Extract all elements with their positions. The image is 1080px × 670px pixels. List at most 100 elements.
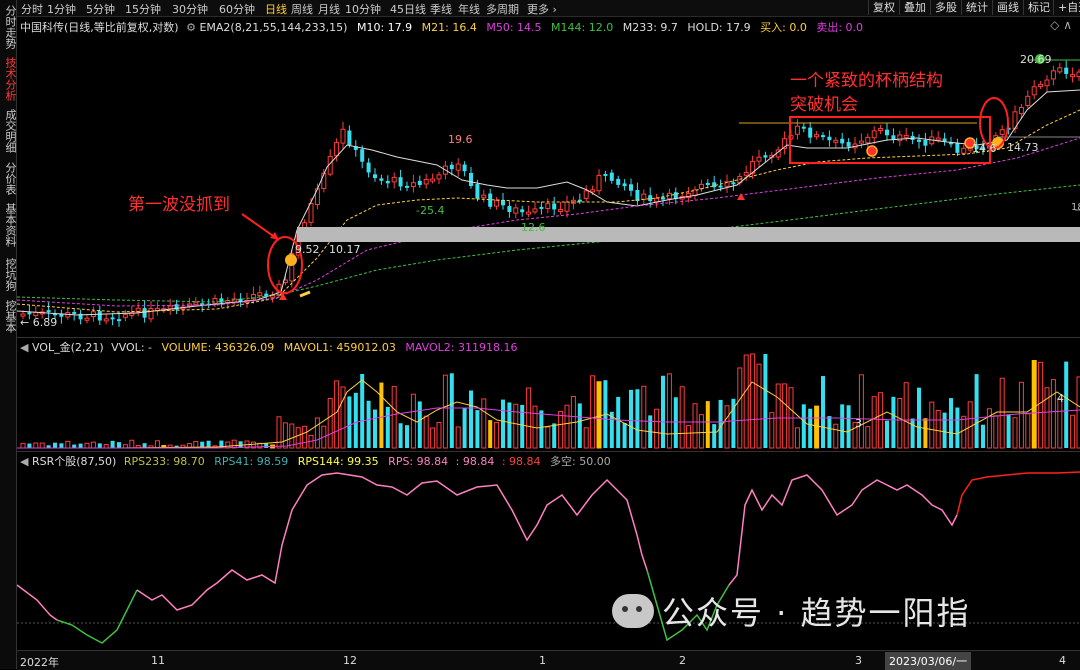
period-timeshare[interactable]: 分时	[21, 1, 43, 17]
tab-price-table[interactable]: 分价表	[0, 158, 17, 198]
volume-bar	[679, 386, 685, 449]
volume-bar	[1064, 361, 1069, 448]
candle	[808, 127, 813, 138]
volume-bar	[39, 442, 45, 449]
volume-bar	[743, 354, 749, 449]
period-monthly[interactable]: 月线	[318, 1, 340, 17]
mark-button[interactable]: 标记	[1023, 0, 1054, 15]
candle	[763, 155, 768, 158]
candle	[97, 311, 102, 321]
rsr-pink-line	[17, 584, 58, 621]
period-45day[interactable]: 45日线	[390, 1, 426, 17]
candle	[590, 189, 596, 193]
volume-bar	[1006, 414, 1011, 448]
volume-chart: 3 4	[17, 353, 1080, 449]
candle	[46, 310, 51, 313]
candle	[552, 203, 557, 210]
period-60min[interactable]: 60分钟	[219, 1, 255, 17]
period-10min[interactable]: 10分钟	[345, 1, 381, 17]
fuquan-button[interactable]: 复权	[868, 0, 899, 15]
volume-bar	[871, 396, 877, 449]
period-multi[interactable]: 多周期	[486, 1, 519, 17]
volume-bar	[858, 374, 864, 449]
candle	[1070, 74, 1076, 78]
candle	[583, 190, 589, 199]
volume-bar	[986, 408, 992, 449]
period-5min[interactable]: 5分钟	[86, 1, 115, 17]
tab-basic-info[interactable]: 基本资料	[0, 200, 17, 250]
candle	[360, 149, 365, 162]
candle	[871, 130, 877, 139]
add-favorite-button[interactable]: +自选	[1053, 0, 1080, 15]
volume-bar	[801, 404, 806, 448]
period-30min[interactable]: 30分钟	[172, 1, 208, 17]
candle	[833, 139, 839, 143]
candle	[564, 201, 570, 212]
candle	[545, 203, 551, 209]
candle	[878, 128, 884, 132]
volume-bar	[59, 443, 64, 448]
high-price-label: 20.69	[1020, 53, 1052, 66]
candle	[654, 197, 660, 203]
volume-bar	[929, 401, 935, 449]
candle	[379, 178, 384, 181]
yellow-signal-mark	[299, 290, 311, 298]
volume-bar	[942, 412, 947, 448]
volume-bar	[398, 423, 403, 448]
volume-bar	[327, 397, 333, 449]
period-more[interactable]: 更多 ›	[527, 1, 557, 17]
volume-bar	[686, 425, 692, 449]
candle	[731, 182, 736, 185]
volume-bar	[27, 443, 32, 448]
candle	[661, 197, 665, 200]
candle	[935, 137, 941, 141]
period-15min[interactable]: 15分钟	[125, 1, 161, 17]
candle	[1057, 67, 1063, 73]
period-weekly[interactable]: 周线	[291, 1, 313, 17]
volume-bar	[154, 440, 160, 449]
period-daily[interactable]: 日线	[265, 1, 287, 17]
candle	[494, 200, 500, 207]
volume-bar	[1031, 360, 1037, 449]
candle	[1064, 67, 1069, 74]
period-1min[interactable]: 1分钟	[47, 1, 76, 17]
tab-technical-analysis[interactable]: 技术分析	[0, 54, 17, 104]
volume-bar	[891, 396, 896, 448]
candle	[891, 135, 896, 140]
low-price-label: ← 6.89	[20, 316, 58, 329]
period-toolbar: 分时 1分钟 5分钟 15分钟 30分钟 60分钟 日线 周线 月线 10分钟 …	[17, 0, 1080, 17]
candle	[27, 312, 32, 315]
volume-bar	[692, 403, 698, 449]
left-tab-bar: 分时走势 技术分析 成交明细 分价表 基本资料 挖坑狗 挖基本	[0, 0, 17, 669]
candle	[539, 206, 544, 209]
candle	[110, 317, 115, 320]
candle	[999, 129, 1005, 135]
volume-bar	[20, 442, 26, 449]
statistics-button[interactable]: 统计	[961, 0, 992, 15]
period-quarterly[interactable]: 季线	[430, 1, 452, 17]
candle	[698, 183, 704, 189]
first-wave-annotation: 第一波没抓到	[128, 195, 230, 215]
tab-timeshare[interactable]: 分时走势	[0, 2, 17, 52]
candle	[846, 142, 851, 147]
tab-wakeng[interactable]: 挖坑狗	[0, 254, 17, 294]
candle	[1025, 95, 1031, 107]
multi-stock-button[interactable]: 多股	[930, 0, 961, 15]
candle	[84, 317, 90, 321]
volume-bar	[583, 427, 589, 449]
dip-price-label-2: 12.6	[521, 221, 546, 234]
volume-bar	[705, 401, 710, 448]
candle	[629, 184, 633, 191]
period-yearly[interactable]: 年线	[458, 1, 480, 17]
overlay-button[interactable]: 叠加	[899, 0, 930, 15]
candle	[705, 182, 710, 185]
candle	[455, 163, 461, 171]
volume-bar	[782, 383, 788, 449]
volume-bar	[282, 422, 288, 449]
tab-trade-detail[interactable]: 成交明细	[0, 106, 17, 156]
rsr-green-line	[56, 589, 138, 644]
volume-bar	[897, 398, 903, 449]
candle	[942, 138, 947, 142]
tab-wajiben[interactable]: 挖基本	[0, 296, 17, 336]
draw-line-button[interactable]: 画线	[992, 0, 1023, 15]
